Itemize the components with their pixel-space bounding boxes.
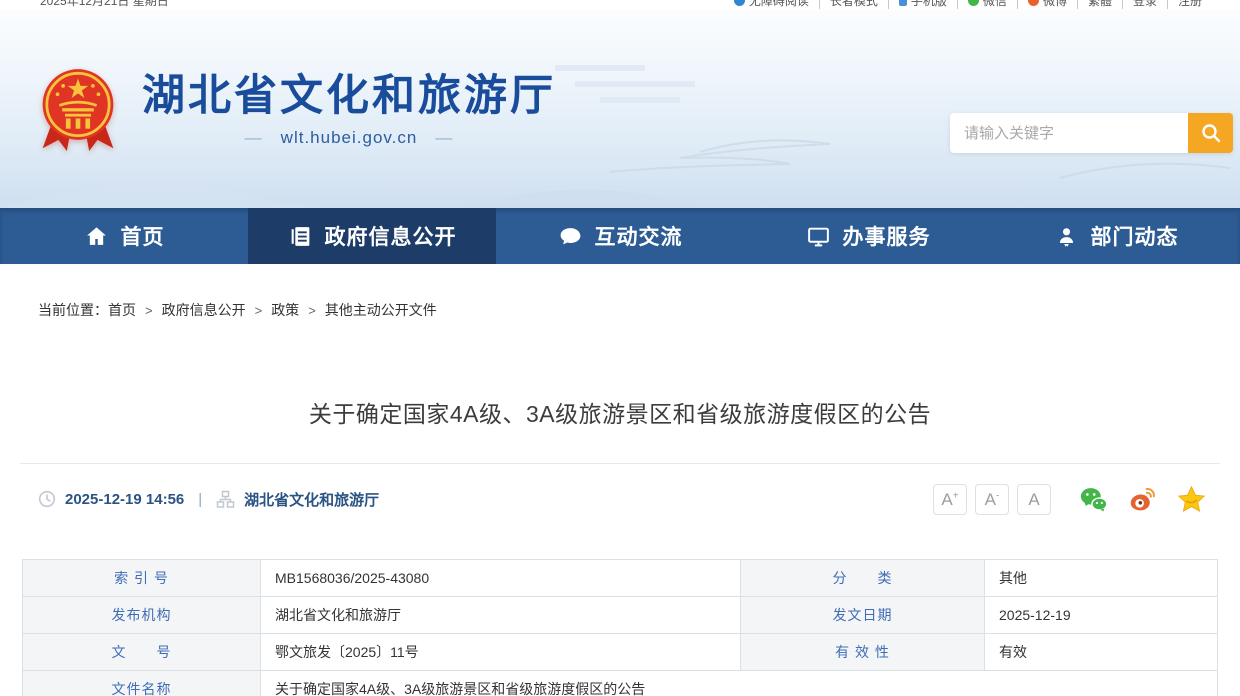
publish-time: 2025-12-19 14:56 [65, 491, 184, 508]
breadcrumb-separator: > [145, 303, 153, 318]
table-row: 文件名称 关于确定国家4A级、3A级旅游景区和省级旅游度假区的公告 [23, 671, 1218, 696]
nav-item-department-news[interactable]: 部门动态 [992, 208, 1240, 264]
table-row: 文 号 鄂文旅发〔2025〕11号 有 效 性 有效 [23, 634, 1218, 671]
current-date: 2025年12月21日 星期日 [40, 0, 169, 9]
site-logo[interactable]: 湖北省文化和旅游厅 —wlt.hubei.gov.cn— [38, 62, 556, 160]
top-utility-bar: 2025年12月21日 星期日 无障碍阅读 长者模式 手机版 微信 微博 繁體 … [0, 0, 1240, 10]
article-meta-left: 2025-12-19 14:56 | 湖北省文化和旅游厅 [38, 489, 379, 510]
national-emblem-icon [38, 62, 118, 160]
search-button[interactable] [1188, 113, 1233, 153]
meta-separator: | [198, 491, 202, 508]
dash-decoration: — [435, 128, 453, 147]
doc-category-label: 分 类 [741, 560, 985, 597]
document-icon [288, 224, 313, 249]
qzone-star-icon[interactable] [1177, 485, 1206, 514]
breadcrumb-separator: > [255, 303, 263, 318]
search-icon [1200, 122, 1222, 144]
doc-index-label: 索 引 号 [23, 560, 261, 597]
nav-item-interaction[interactable]: 互动交流 [496, 208, 744, 264]
table-row: 发布机构 湖北省文化和旅游厅 发文日期 2025-12-19 [23, 597, 1218, 634]
doc-issuer-value: 湖北省文化和旅游厅 [261, 597, 741, 634]
topbar-link-weibo[interactable]: 微博 [1018, 0, 1078, 9]
doc-validity-label: 有 效 性 [741, 634, 985, 671]
site-name: 湖北省文化和旅游厅 [142, 74, 556, 119]
doc-issue-date-value: 2025-12-19 [985, 597, 1218, 634]
monitor-icon [806, 224, 831, 249]
phone-icon [899, 0, 907, 6]
accessibility-icon [734, 0, 745, 6]
nav-item-services[interactable]: 办事服务 [744, 208, 992, 264]
article-source: 湖北省文化和旅游厅 [244, 489, 379, 510]
doc-title-label: 文件名称 [23, 671, 261, 696]
wechat-mini-icon [968, 0, 979, 6]
topbar-link-elder-mode[interactable]: 长者模式 [820, 0, 889, 9]
breadcrumb-separator: > [308, 303, 316, 318]
breadcrumb-home[interactable]: 首页 [108, 300, 136, 320]
article-meta-right: A+ A- A [933, 484, 1206, 515]
search-input[interactable] [950, 113, 1188, 153]
doc-issuer-label: 发布机构 [23, 597, 261, 634]
doc-info-table: 索 引 号 MB1568036/2025-43080 分 类 其他 发布机构 湖… [22, 559, 1218, 696]
breadcrumb-gov-info[interactable]: 政府信息公开 [162, 300, 246, 320]
clock-icon [38, 490, 56, 508]
topbar-link-register[interactable]: 注册 [1168, 0, 1212, 9]
person-icon [1054, 224, 1079, 249]
breadcrumb-prefix: 当前位置： [38, 300, 108, 320]
breadcrumb-other-public-docs[interactable]: 其他主动公开文件 [325, 300, 437, 320]
nav-item-home[interactable]: 首页 [0, 208, 248, 264]
nav-item-gov-info[interactable]: 政府信息公开 [248, 208, 496, 264]
doc-title-value: 关于确定国家4A级、3A级旅游景区和省级旅游度假区的公告 [261, 671, 1218, 696]
topbar-link-accessibility[interactable]: 无障碍阅读 [724, 0, 820, 9]
chat-bubble-icon [558, 224, 583, 249]
site-url: —wlt.hubei.gov.cn— [142, 128, 556, 148]
dash-decoration: — [245, 128, 263, 147]
doc-number-value: 鄂文旅发〔2025〕11号 [261, 634, 741, 671]
doc-issue-date-label: 发文日期 [741, 597, 985, 634]
home-icon [84, 224, 109, 249]
table-row: 索 引 号 MB1568036/2025-43080 分 类 其他 [23, 560, 1218, 597]
font-increase-button[interactable]: A+ [933, 484, 967, 515]
topbar-link-wechat[interactable]: 微信 [958, 0, 1018, 9]
main-nav: 首页 政府信息公开 互动交流 办事服务 部门动态 [0, 208, 1240, 264]
weibo-mini-icon [1028, 0, 1039, 6]
font-reset-button[interactable]: A [1017, 484, 1051, 515]
topbar-links: 无障碍阅读 长者模式 手机版 微信 微博 繁體 登录 注册 [724, 0, 1212, 9]
topbar-link-login[interactable]: 登录 [1123, 0, 1168, 9]
article-title: 关于确定国家4A级、3A级旅游景区和省级旅游度假区的公告 [0, 398, 1240, 431]
weibo-share-icon[interactable] [1128, 485, 1157, 514]
topbar-link-mobile[interactable]: 手机版 [889, 0, 958, 9]
wechat-share-icon[interactable] [1079, 485, 1108, 514]
site-search [950, 113, 1233, 153]
doc-validity-value: 有效 [985, 634, 1218, 671]
doc-number-label: 文 号 [23, 634, 261, 671]
breadcrumb-policy[interactable]: 政策 [271, 300, 299, 320]
breadcrumb: 当前位置： 首页 > 政府信息公开 > 政策 > 其他主动公开文件 [38, 300, 1240, 320]
doc-category-value: 其他 [985, 560, 1218, 597]
article-meta-row: 2025-12-19 14:56 | 湖北省文化和旅游厅 A+ A- A [20, 464, 1220, 534]
font-decrease-button[interactable]: A- [975, 484, 1009, 515]
topbar-link-traditional[interactable]: 繁體 [1078, 0, 1123, 9]
source-sitemap-icon [216, 490, 235, 509]
site-header: 湖北省文化和旅游厅 —wlt.hubei.gov.cn— [0, 10, 1240, 208]
doc-index-value: MB1568036/2025-43080 [261, 560, 741, 597]
